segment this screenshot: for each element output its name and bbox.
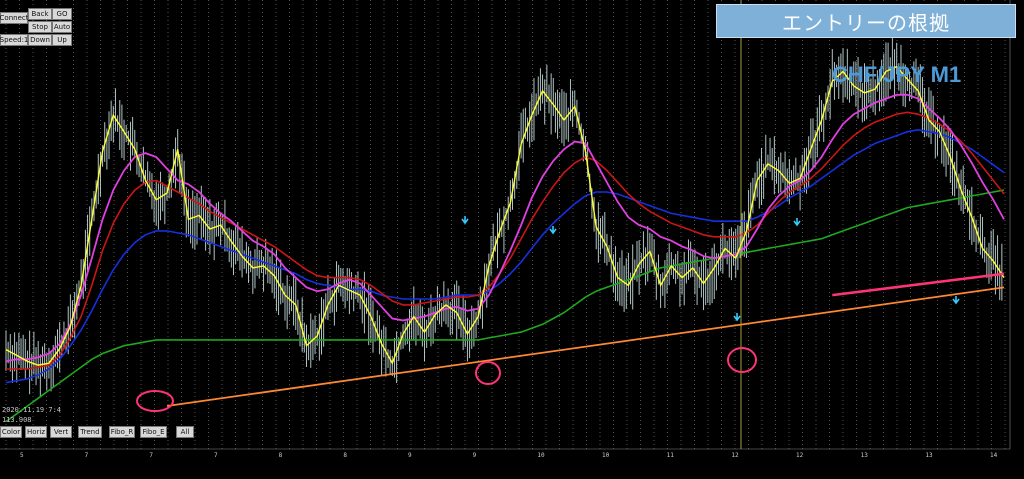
y-axis bbox=[1009, 0, 1024, 479]
low-circle-2 bbox=[475, 361, 501, 385]
speed-button[interactable]: Speed:1 bbox=[0, 34, 28, 46]
fibo-e-button[interactable]: Fibo_E bbox=[140, 426, 167, 438]
y-axis-gutter bbox=[1010, 0, 1024, 479]
x-tick-label: 9 bbox=[408, 452, 412, 459]
entry-basis-banner: エントリーの根拠 bbox=[716, 4, 1016, 38]
info-time: 2020.11.19 7:4 bbox=[2, 406, 62, 414]
ma-green-line bbox=[5, 189, 1005, 423]
price-line bbox=[5, 65, 1005, 366]
stop-button[interactable]: Stop bbox=[28, 21, 52, 33]
x-tick-label: 8 bbox=[279, 452, 283, 459]
x-tick-label: 7 bbox=[214, 452, 218, 459]
x-tick-label: 10 bbox=[602, 452, 610, 459]
x-tick-label: 10 bbox=[537, 452, 545, 459]
x-tick-label: 13 bbox=[925, 452, 933, 459]
color-button[interactable]: Color bbox=[0, 426, 22, 438]
trend-button[interactable]: Trend bbox=[78, 426, 102, 438]
signal-arrow-icon bbox=[952, 296, 960, 305]
auto-button[interactable]: Auto bbox=[52, 21, 72, 33]
low-circle-1 bbox=[136, 390, 174, 412]
go-button[interactable]: GO bbox=[52, 8, 72, 20]
up-button[interactable]: Up bbox=[52, 34, 72, 46]
candle-bars bbox=[5, 35, 1003, 398]
vert-button[interactable]: Vert bbox=[50, 426, 72, 438]
back-button[interactable]: Back bbox=[28, 8, 52, 20]
x-tick-label: 9 bbox=[473, 452, 477, 459]
x-tick-label: 8 bbox=[343, 452, 347, 459]
x-tick-label: 5 bbox=[20, 452, 24, 459]
ma-red-line bbox=[6, 111, 1005, 370]
ma-blue-line bbox=[5, 128, 1005, 384]
x-axis-band bbox=[0, 449, 1024, 479]
x-tick-label: 12 bbox=[796, 452, 804, 459]
pair-label: CHF/JPY M1 bbox=[832, 62, 962, 87]
down-button[interactable]: Down bbox=[28, 34, 52, 46]
signal-arrow-icon bbox=[461, 216, 469, 225]
x-tick-label: 7 bbox=[149, 452, 153, 459]
connect-button[interactable]: Connect bbox=[0, 12, 28, 24]
low-circle-3 bbox=[727, 347, 757, 373]
x-tick-label: 13 bbox=[861, 452, 869, 459]
info-value: 113.908 bbox=[2, 416, 32, 424]
x-axis: 5 7 7 7 8 8 9 9 10 10 11 12 12 13 13 14 bbox=[0, 448, 1024, 479]
all-button[interactable]: All bbox=[176, 426, 194, 438]
signal-arrow-icon bbox=[549, 226, 557, 235]
x-tick-label: 11 bbox=[667, 452, 675, 459]
signal-arrow-icon bbox=[793, 218, 801, 227]
signal-arrow-icon bbox=[733, 313, 741, 322]
x-tick-label: 12 bbox=[731, 452, 739, 459]
horiz-button[interactable]: Horiz bbox=[25, 426, 47, 438]
orange-trend-line[interactable] bbox=[166, 286, 1005, 407]
x-tick-label: 14 bbox=[990, 452, 998, 459]
x-tick-label: 7 bbox=[85, 452, 89, 459]
fibo-r-button[interactable]: Fibo_R bbox=[109, 426, 135, 438]
